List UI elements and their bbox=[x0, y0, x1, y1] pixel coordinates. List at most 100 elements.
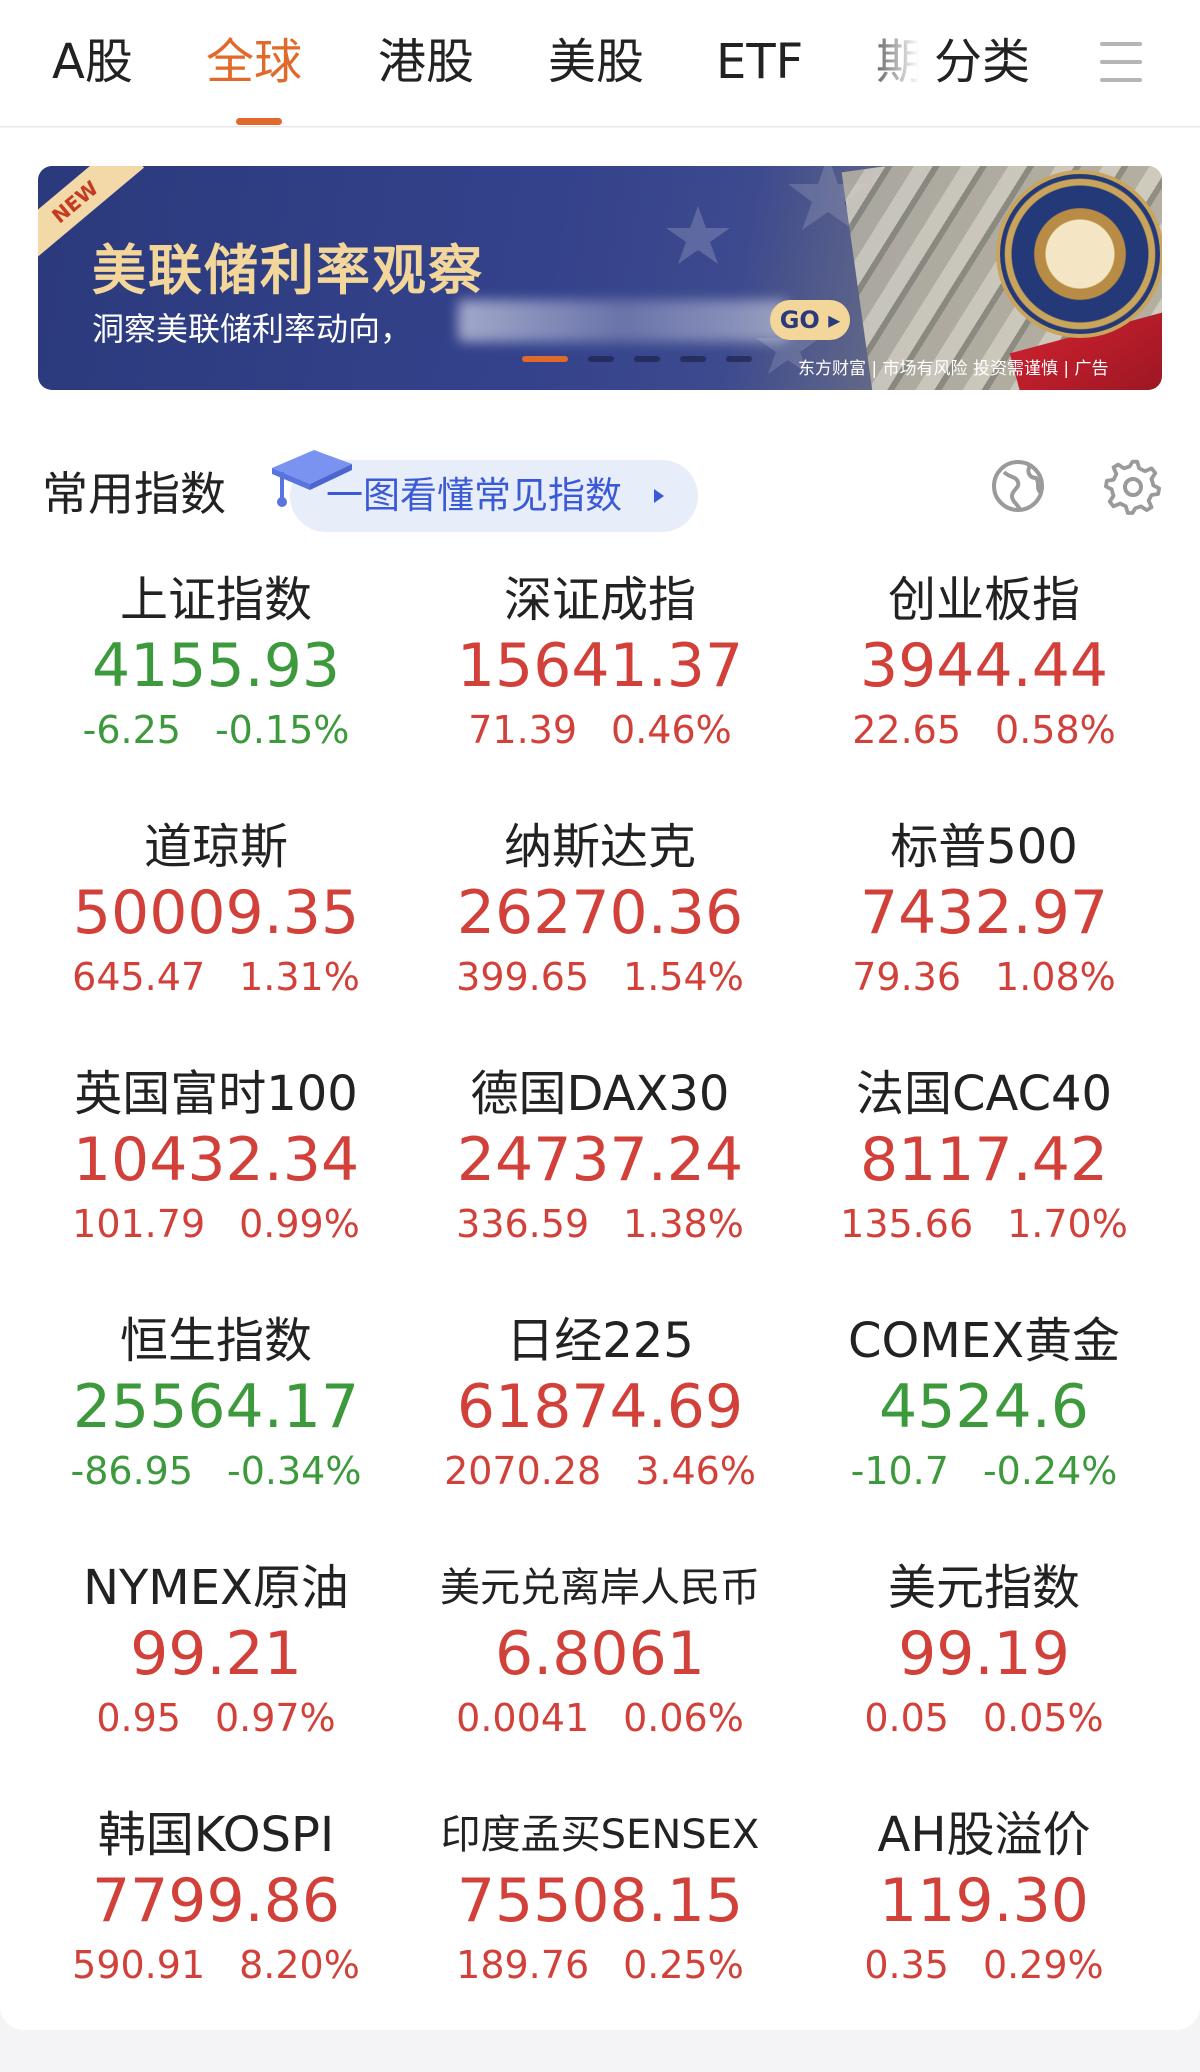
index-name: 创业板指 bbox=[887, 572, 1080, 628]
index-cell[interactable]: AH股溢价 119.30 0.35 0.29% bbox=[792, 1805, 1176, 2005]
index-cell[interactable]: 美元指数 99.19 0.05 0.05% bbox=[792, 1558, 1176, 1758]
index-change-row: -10.7 -0.24% bbox=[792, 1447, 1176, 1495]
index-change-row: 645.47 1.31% bbox=[24, 953, 408, 1001]
index-change-percent: 0.25% bbox=[623, 1943, 744, 1987]
index-change-row: 0.0041 0.06% bbox=[408, 1694, 792, 1742]
index-name: 日经225 bbox=[506, 1313, 694, 1369]
banner-blurred-text bbox=[458, 300, 788, 342]
tab-a-shares[interactable]: A股 bbox=[52, 30, 133, 94]
banner-subtitle: 洞察美联储利率动向， bbox=[92, 310, 413, 348]
index-price: 7799.86 bbox=[91, 1866, 341, 1936]
tab-hk-stocks[interactable]: 港股 bbox=[378, 30, 474, 94]
index-change-percent: 0.99% bbox=[239, 1202, 360, 1246]
tab-scroll-fade bbox=[868, 20, 928, 110]
index-change-percent: 0.29% bbox=[982, 1943, 1104, 1987]
index-cell[interactable]: 法国CAC40 8117.42 135.66 1.70% bbox=[792, 1064, 1176, 1264]
carousel-dot[interactable] bbox=[634, 356, 660, 362]
index-cell[interactable]: 印度孟买SENSEX 75508.15 189.76 0.25% bbox=[408, 1805, 792, 2005]
index-cell[interactable]: COMEX黄金 4524.6 -10.7 -0.24% bbox=[792, 1311, 1176, 1511]
index-price: 61874.69 bbox=[456, 1372, 744, 1442]
index-cell[interactable]: NYMEX原油 99.21 0.95 0.97% bbox=[24, 1558, 408, 1758]
index-price: 75508.15 bbox=[456, 1866, 744, 1936]
index-cell[interactable]: 纳斯达克 26270.36 399.65 1.54% bbox=[408, 817, 792, 1017]
carousel-dots bbox=[488, 356, 788, 364]
menu-icon[interactable] bbox=[1100, 40, 1142, 84]
index-cell[interactable]: 韩国KOSPI 7799.86 590.91 8.20% bbox=[24, 1805, 408, 2005]
index-cell[interactable]: 上证指数 4155.93 -6.25 -0.15% bbox=[24, 570, 408, 770]
index-change-value: 189.76 bbox=[456, 1943, 590, 1987]
gear-icon[interactable] bbox=[1104, 458, 1162, 516]
promo-banner[interactable]: NEW 美联储利率观察 洞察美联储利率动向， GO ▸ 东方财富 | 市场有风险… bbox=[38, 166, 1162, 390]
index-name: 道琼斯 bbox=[143, 819, 288, 875]
index-name: 纳斯达克 bbox=[503, 819, 696, 875]
index-change-row: 0.05 0.05% bbox=[792, 1694, 1176, 1742]
index-name: 韩国KOSPI bbox=[97, 1807, 335, 1863]
index-change-percent: 3.46% bbox=[635, 1449, 756, 1493]
index-cell[interactable]: 德国DAX30 24737.24 336.59 1.38% bbox=[408, 1064, 792, 1264]
index-change-row: 590.91 8.20% bbox=[24, 1941, 408, 1989]
index-price: 3944.44 bbox=[859, 631, 1109, 701]
index-change-percent: -0.24% bbox=[982, 1449, 1118, 1493]
index-change-value: 0.05 bbox=[864, 1696, 949, 1740]
index-price: 10432.34 bbox=[72, 1125, 360, 1195]
index-change-percent: 1.54% bbox=[623, 955, 744, 999]
index-price: 99.19 bbox=[898, 1619, 1070, 1689]
index-cell[interactable]: 美元兑离岸人民币 6.8061 0.0041 0.06% bbox=[408, 1558, 792, 1758]
index-change-value: -10.7 bbox=[850, 1449, 949, 1493]
index-change-row: 0.95 0.97% bbox=[24, 1694, 408, 1742]
guide-label: 一图看懂常见指数 bbox=[326, 474, 622, 517]
graduation-cap-icon bbox=[272, 450, 352, 507]
index-change-value: 336.59 bbox=[456, 1202, 590, 1246]
index-name: 深证成指 bbox=[503, 572, 696, 628]
top-tab-bar: A股 全球 港股 美股 ETF 期 分类 bbox=[0, 0, 1200, 127]
tab-us-stocks[interactable]: 美股 bbox=[548, 30, 644, 94]
index-change-row: 0.35 0.29% bbox=[792, 1941, 1176, 1989]
tab-etf[interactable]: ETF bbox=[716, 30, 803, 94]
index-name: AH股溢价 bbox=[877, 1807, 1091, 1863]
tab-category[interactable]: 分类 bbox=[934, 30, 1030, 94]
index-change-value: 399.65 bbox=[456, 955, 590, 999]
index-change-row: 101.79 0.99% bbox=[24, 1200, 408, 1248]
index-change-row: -86.95 -0.34% bbox=[24, 1447, 408, 1495]
index-change-row: 399.65 1.54% bbox=[408, 953, 792, 1001]
index-price: 25564.17 bbox=[72, 1372, 360, 1442]
index-price: 24737.24 bbox=[456, 1125, 744, 1195]
index-name: 印度孟买SENSEX bbox=[440, 1812, 760, 1858]
index-change-value: 2070.28 bbox=[444, 1449, 602, 1493]
globe-icon[interactable] bbox=[990, 458, 1046, 514]
index-change-value: 79.36 bbox=[852, 955, 962, 999]
index-change-value: 0.95 bbox=[96, 1696, 181, 1740]
index-name: 恒生指数 bbox=[119, 1313, 312, 1369]
tab-global[interactable]: 全球 bbox=[206, 30, 302, 94]
carousel-dot[interactable] bbox=[588, 356, 614, 362]
index-change-percent: -0.15% bbox=[214, 708, 350, 752]
index-price: 7432.97 bbox=[859, 878, 1109, 948]
common-indices-card: 常用指数 一图看懂常见指数 上证指数 4155.93 -6.25 -0.15% 深证成指… bbox=[0, 418, 1200, 2030]
carousel-dot[interactable] bbox=[680, 356, 706, 362]
index-change-percent: 0.97% bbox=[214, 1696, 336, 1740]
index-change-percent: 1.08% bbox=[995, 955, 1116, 999]
carousel-dot-active[interactable] bbox=[522, 356, 568, 362]
index-change-row: 135.66 1.70% bbox=[792, 1200, 1176, 1248]
index-change-value: -6.25 bbox=[82, 708, 181, 752]
index-change-row: 79.36 1.08% bbox=[792, 953, 1176, 1001]
index-cell[interactable]: 标普500 7432.97 79.36 1.08% bbox=[792, 817, 1176, 1017]
index-name: COMEX黄金 bbox=[848, 1313, 1120, 1369]
index-price: 119.30 bbox=[879, 1866, 1089, 1936]
index-change-row: 336.59 1.38% bbox=[408, 1200, 792, 1248]
index-cell[interactable]: 深证成指 15641.37 71.39 0.46% bbox=[408, 570, 792, 770]
index-change-row: 2070.28 3.46% bbox=[408, 1447, 792, 1495]
index-cell[interactable]: 英国富时100 10432.34 101.79 0.99% bbox=[24, 1064, 408, 1264]
index-cell[interactable]: 恒生指数 25564.17 -86.95 -0.34% bbox=[24, 1311, 408, 1511]
carousel-dot[interactable] bbox=[726, 356, 752, 362]
ad-disclaimer: 东方财富 | 市场有风险 投资需谨慎 | 广告 bbox=[798, 359, 1109, 379]
index-change-row: 22.65 0.58% bbox=[792, 706, 1176, 754]
index-price: 6.8061 bbox=[495, 1619, 705, 1689]
federal-reserve-seal-icon bbox=[1000, 174, 1160, 334]
index-cell[interactable]: 道琼斯 50009.35 645.47 1.31% bbox=[24, 817, 408, 1017]
index-cell[interactable]: 日经225 61874.69 2070.28 3.46% bbox=[408, 1311, 792, 1511]
go-button[interactable]: GO ▸ bbox=[770, 300, 850, 340]
section-title: 常用指数 bbox=[42, 467, 226, 521]
index-change-row: 71.39 0.46% bbox=[408, 706, 792, 754]
index-cell[interactable]: 创业板指 3944.44 22.65 0.58% bbox=[792, 570, 1176, 770]
